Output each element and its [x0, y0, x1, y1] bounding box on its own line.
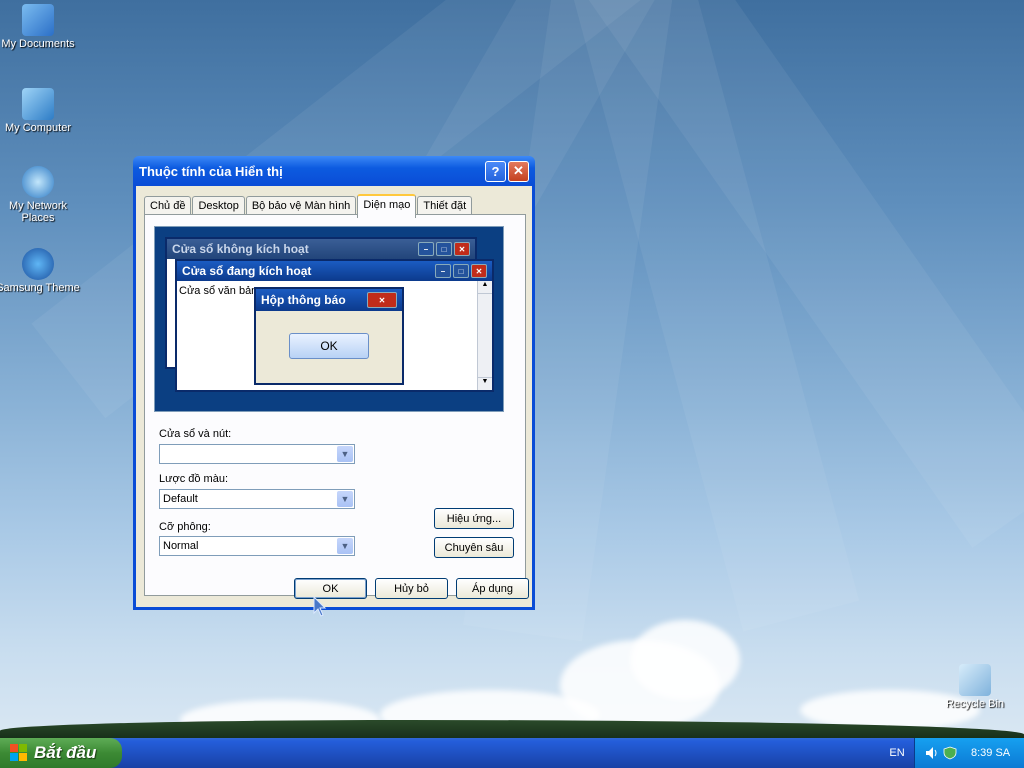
- preview-ok-button: OK: [289, 333, 369, 359]
- desktop-icon-samsung-theme[interactable]: Samsung Theme: [0, 248, 80, 294]
- desktop-icon-label: Samsung Theme: [0, 282, 80, 294]
- font-size-value: Normal: [163, 540, 199, 552]
- cancel-button[interactable]: Hủy bỏ: [375, 578, 448, 599]
- advanced-button[interactable]: Chuyên sâu: [434, 537, 514, 558]
- taskbar: Bắt đầu EN 8:39 SA: [0, 738, 1024, 768]
- speaker-icon[interactable]: [925, 746, 939, 760]
- close-icon: ✕: [471, 264, 487, 278]
- minimize-icon: –: [435, 264, 451, 278]
- language-indicator[interactable]: EN: [880, 738, 914, 768]
- desktop-icon-my-network-places[interactable]: My Network Places: [0, 166, 80, 224]
- ok-button[interactable]: OK: [294, 578, 367, 599]
- dialog-titlebar[interactable]: Thuộc tính của Hiển thị ? ✕: [133, 156, 535, 186]
- network-places-icon: [22, 166, 54, 198]
- close-icon: ✕: [367, 292, 397, 308]
- my-computer-icon: [22, 88, 54, 120]
- close-icon: ✕: [454, 242, 470, 256]
- desktop-icon-label: My Network Places: [8, 200, 68, 224]
- dialog-body: Chủ đề Desktop Bộ bảo vệ Màn hình Diện m…: [136, 186, 532, 607]
- font-size-select[interactable]: Normal ▼: [159, 536, 355, 556]
- color-scheme-select[interactable]: Default ▼: [159, 489, 355, 509]
- mouse-cursor-icon: [313, 596, 327, 617]
- windows-buttons-select[interactable]: ▼: [159, 444, 355, 464]
- preview-active-title: Cửa sổ đang kích hoạt: [182, 264, 312, 278]
- security-shield-icon[interactable]: [943, 746, 957, 760]
- chevron-down-icon[interactable]: ▼: [337, 446, 353, 462]
- color-scheme-label: Lược đồ màu:: [159, 473, 228, 485]
- preview-inactive-title: Cửa sổ không kích hoạt: [172, 242, 309, 256]
- scroll-up-icon: ▲: [478, 281, 492, 294]
- start-button[interactable]: Bắt đầu: [0, 738, 122, 768]
- maximize-icon: □: [436, 242, 452, 256]
- scroll-down-icon: ▼: [478, 377, 492, 390]
- windows-logo-icon: [10, 744, 28, 762]
- desktop-icon-label: My Documents: [1, 38, 75, 50]
- tab-appearance[interactable]: Diện mạo: [357, 194, 417, 218]
- apply-button[interactable]: Áp dụng: [456, 578, 529, 599]
- samsung-theme-icon: [22, 248, 54, 280]
- system-tray: 8:39 SA: [914, 738, 1024, 768]
- display-properties-dialog: Thuộc tính của Hiển thị ? ✕ Chủ đề Deskt…: [133, 156, 535, 610]
- preview-message-box: Hộp thông báo ✕ OK: [254, 287, 404, 385]
- chevron-down-icon[interactable]: ▼: [337, 538, 353, 554]
- desktop-icon-my-documents[interactable]: My Documents: [0, 4, 80, 50]
- cloud: [630, 620, 740, 700]
- help-button[interactable]: ?: [485, 160, 506, 182]
- preview-scrollbar: ▲ ▼: [477, 281, 492, 390]
- dialog-title: Thuộc tính của Hiển thị: [139, 163, 283, 179]
- color-scheme-value: Default: [163, 493, 198, 505]
- minimize-icon: –: [418, 242, 434, 256]
- desktop: My Documents My Computer My Network Plac…: [0, 0, 1024, 738]
- recycle-bin-icon: [959, 664, 991, 696]
- close-button[interactable]: ✕: [508, 160, 529, 182]
- desktop-icon-recycle-bin[interactable]: Recycle Bin: [933, 664, 1017, 710]
- desktop-icon-my-computer[interactable]: My Computer: [0, 88, 80, 134]
- start-label: Bắt đầu: [34, 743, 97, 762]
- font-size-label: Cỡ phông:: [159, 521, 211, 533]
- my-documents-icon: [22, 4, 54, 36]
- desktop-icon-label: My Computer: [4, 122, 72, 134]
- desktop-icon-label: Recycle Bin: [945, 698, 1005, 710]
- preview-message-title: Hộp thông báo: [261, 293, 346, 307]
- chevron-down-icon[interactable]: ▼: [337, 491, 353, 507]
- preview-window-text: Cửa sổ văn bản: [179, 285, 258, 297]
- clock[interactable]: 8:39 SA: [971, 747, 1010, 759]
- effects-button[interactable]: Hiệu ứng...: [434, 508, 514, 529]
- appearance-preview: Cửa sổ không kích hoạt – □ ✕ Cửa sổ đang…: [154, 226, 504, 412]
- windows-buttons-label: Cửa sổ và nút:: [159, 428, 232, 440]
- maximize-icon: □: [453, 264, 469, 278]
